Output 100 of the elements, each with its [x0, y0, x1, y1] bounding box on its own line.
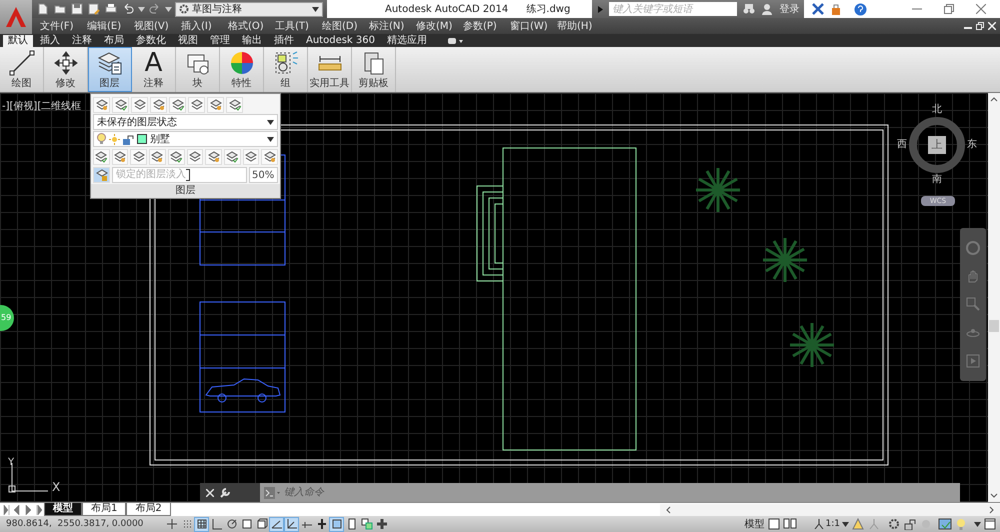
drafting-toggle[interactable] — [284, 516, 299, 532]
slider-thumb[interactable] — [186, 168, 190, 180]
layer-tool-button[interactable] — [188, 96, 205, 112]
ribbon-tab[interactable]: 默认 — [3, 35, 33, 47]
compass-label[interactable]: 东 — [967, 140, 977, 150]
sign-in-link[interactable]: 登录 — [779, 2, 800, 16]
horizontal-scrollbar[interactable] — [660, 504, 1000, 516]
layer-tool-button[interactable] — [205, 148, 222, 164]
layer-tool-button[interactable] — [112, 96, 129, 112]
layer-tool-button[interactable] — [186, 148, 204, 164]
folder-icon — [54, 3, 66, 15]
compass-label[interactable]: 西 — [897, 140, 907, 150]
drafting-toggle[interactable] — [329, 516, 344, 532]
compass-label[interactable]: 南 — [932, 175, 942, 185]
ribbon-tab[interactable]: 管理 — [205, 35, 235, 47]
menu-item[interactable]: 修改(M) — [416, 19, 463, 33]
layout-tab[interactable]: 布局2 — [126, 503, 171, 516]
ribbon-tab[interactable]: 视图 — [173, 35, 203, 47]
menu-item[interactable]: 帮助(H) — [557, 19, 604, 33]
layer-tool-button[interactable] — [242, 148, 260, 164]
ribbon-panel-button[interactable]: 图层 — [88, 47, 132, 92]
layer-tool-button[interactable] — [93, 96, 110, 112]
restore-icon — [944, 4, 954, 14]
close-icon — [206, 488, 214, 496]
layer-tool-button[interactable] — [149, 148, 166, 164]
ribbon-tab[interactable]: 输出 — [237, 35, 267, 47]
drafting-toggle[interactable] — [359, 516, 374, 532]
ribbon-panel-button[interactable]: 组 — [264, 47, 308, 92]
ribbon-panel-button[interactable]: 块 — [176, 47, 220, 92]
ribbon-panel-button[interactable]: 特性 — [220, 47, 264, 92]
panel-toggle-icon — [448, 37, 464, 45]
viewport-label[interactable]: -][俯视][二维线框 — [2, 99, 82, 113]
layer-tool-button[interactable] — [224, 148, 241, 164]
ribbon-tab[interactable]: 插入 — [35, 35, 65, 47]
save-as-button[interactable] — [87, 2, 101, 16]
save-button[interactable] — [70, 2, 84, 16]
snap-pin-icon — [166, 518, 178, 530]
ribbon-panel-button[interactable]: 剪贴板 — [352, 47, 396, 92]
workspace-dropdown[interactable]: 草图与注释 — [175, 2, 323, 16]
layers-icon — [170, 150, 182, 162]
drafting-toggle[interactable] — [374, 516, 389, 532]
layer-tool-button[interactable] — [261, 148, 278, 164]
layers-icon — [172, 98, 184, 110]
isolate-objects-icon — [938, 518, 952, 530]
layer-tool-button[interactable] — [169, 96, 186, 112]
lock-fade-toggle[interactable] — [93, 166, 110, 182]
lock-fade-value[interactable]: 50% — [249, 166, 278, 182]
menu-item[interactable]: 编辑(E) — [87, 19, 134, 33]
steering-wheel-icon — [966, 241, 980, 256]
undo-arrow-icon — [122, 3, 134, 15]
sun-icon — [109, 134, 120, 144]
menu-item[interactable]: 窗口(W) — [510, 19, 557, 33]
layer-tool-button[interactable] — [112, 148, 128, 164]
layout-tab[interactable]: 布局1 — [82, 503, 126, 516]
model-space-button[interactable]: 模型 — [742, 517, 768, 531]
ribbon-tab[interactable]: 精选应用 — [382, 35, 432, 47]
ribbon-tab[interactable]: 布局 — [99, 35, 129, 47]
menu-item[interactable]: 插入(I) — [181, 19, 228, 33]
menu-item[interactable]: 标注(N) — [369, 19, 416, 33]
drafting-toggle[interactable] — [269, 516, 284, 532]
menu-item[interactable]: 工具(T) — [275, 19, 322, 33]
ribbon-panel-button[interactable]: 实用工具 — [308, 47, 352, 92]
layer-tool-button[interactable] — [131, 96, 148, 112]
layer-state-dropdown[interactable]: 未保存的图层状态 — [93, 114, 278, 130]
ribbon-panel-button[interactable]: 绘图 — [0, 47, 44, 92]
search-field[interactable]: 键入关键字或短语 — [609, 2, 738, 16]
layer-tool-button[interactable] — [207, 96, 224, 112]
layers-icon — [95, 150, 108, 162]
angle-icon — [270, 518, 282, 530]
layer-dropdown[interactable]: 别墅 — [93, 131, 278, 147]
ribbon-tab[interactable]: 参数化 — [131, 35, 171, 47]
layout-tab[interactable]: 模型 — [44, 503, 82, 516]
panel-title: 图层 — [91, 184, 280, 198]
prompt-icon — [264, 486, 280, 498]
layer-tool-button[interactable] — [226, 96, 243, 112]
new-button[interactable] — [36, 2, 50, 16]
vertical-scrollbar[interactable] — [988, 93, 1000, 502]
ribbon-tab[interactable]: Autodesk 360 — [301, 35, 380, 47]
compass-label[interactable]: 北 — [932, 105, 942, 115]
scrollbar-thumb[interactable] — [989, 320, 999, 332]
help-icon — [854, 2, 868, 16]
color-wheel-icon — [228, 50, 254, 76]
ribbon-panel-button[interactable]: A 注释 — [132, 47, 176, 92]
layer-tool-button[interactable] — [130, 148, 148, 164]
menu-item[interactable]: 文件(F) — [40, 19, 87, 33]
ribbon-tab[interactable]: 插件 — [269, 35, 299, 47]
menu-item[interactable]: 绘图(D) — [322, 19, 369, 33]
viewcube-face[interactable]: 上 — [928, 136, 946, 154]
caret-icon — [974, 522, 981, 526]
layer-tool-button[interactable] — [150, 96, 167, 112]
menu-item[interactable]: 视图(V) — [134, 19, 181, 33]
menu-item[interactable]: 格式(O) — [228, 19, 275, 33]
drafting-toggle[interactable] — [194, 516, 209, 532]
menu-item[interactable]: 参数(P) — [463, 19, 510, 33]
caret-icon — [165, 6, 172, 12]
layer-tool-button[interactable] — [168, 148, 185, 164]
drafting-toggle[interactable] — [164, 516, 179, 532]
layer-tool-button[interactable] — [93, 148, 110, 164]
annotation-scale-button[interactable]: 1:1 — [810, 519, 852, 529]
ribbon-tab[interactable]: 注释 — [67, 35, 97, 47]
